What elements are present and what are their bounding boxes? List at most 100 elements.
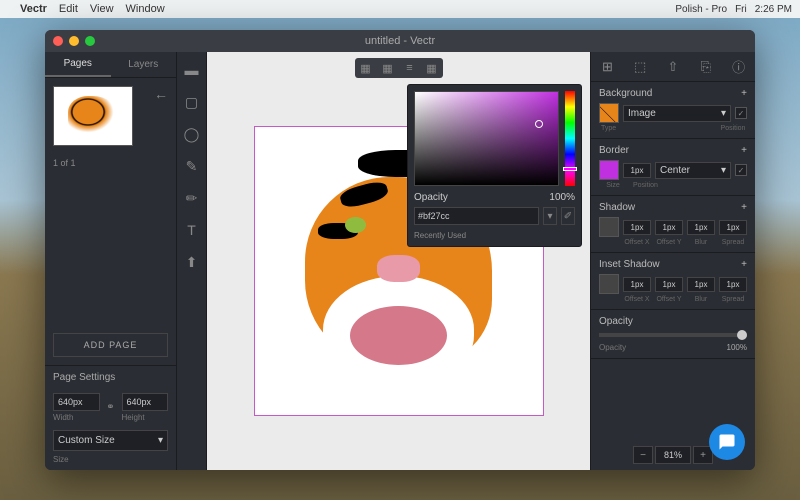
opacity-section: Opacity Opacity 100%: [591, 310, 755, 359]
width-input[interactable]: [53, 393, 100, 411]
text-tool-icon[interactable]: T: [182, 220, 202, 240]
align-left-icon[interactable]: ▦: [355, 58, 377, 78]
canvas-area[interactable]: ▦ ▦ ≡ ▦: [207, 52, 590, 470]
background-type-dropdown[interactable]: Image▾: [623, 105, 731, 122]
add-border-icon[interactable]: +: [741, 145, 747, 156]
zoom-value[interactable]: 81%: [655, 446, 691, 464]
border-position-dropdown[interactable]: Center▾: [655, 162, 731, 179]
minimize-button[interactable]: [69, 36, 79, 46]
opacity-sublabel: Opacity: [599, 343, 626, 352]
border-size-input[interactable]: [623, 163, 651, 178]
opacity-value: 100%: [549, 192, 575, 203]
opacity-title: Opacity: [599, 316, 633, 327]
page-count: 1 of 1: [45, 154, 176, 172]
shadow-color-swatch[interactable]: [599, 217, 619, 237]
add-shadow-icon[interactable]: +: [741, 202, 747, 213]
shadow-section: Shadow+ Offset XOffset YBlurSpread: [591, 196, 755, 253]
zoom-out-button[interactable]: −: [633, 446, 653, 464]
color-gradient-field[interactable]: [414, 91, 559, 186]
menubar-right: Polish - Pro Fri 2:26 PM: [675, 4, 792, 15]
close-button[interactable]: [53, 36, 63, 46]
size-value: Custom Size: [58, 435, 115, 446]
arrange-icon[interactable]: ⬚: [624, 52, 657, 81]
inset-blur-input[interactable]: [687, 277, 715, 292]
hex-dropdown-icon[interactable]: ▾: [543, 207, 557, 225]
align-right-icon[interactable]: ▦: [421, 58, 443, 78]
height-input[interactable]: [122, 393, 169, 411]
background-swatch[interactable]: [599, 103, 619, 123]
upload-tool-icon[interactable]: ⬆: [182, 252, 202, 272]
info-icon[interactable]: ⓘ: [722, 52, 755, 81]
align-distribute-icon[interactable]: ≡: [399, 58, 421, 78]
left-tabs: Pages Layers: [45, 52, 176, 78]
alignment-toolbar: ▦ ▦ ≡ ▦: [355, 58, 443, 78]
shadow-offsetx-input[interactable]: [623, 220, 651, 235]
size-label: Size: [45, 455, 176, 470]
background-title: Background: [599, 88, 652, 99]
menu-edit[interactable]: Edit: [59, 3, 78, 15]
add-page-button[interactable]: ADD PAGE: [53, 333, 168, 357]
opacity-label: Opacity: [414, 192, 448, 203]
rectangle-tool-icon[interactable]: ▬: [182, 60, 202, 80]
menu-window[interactable]: Window: [126, 3, 165, 15]
app-window: untitled - Vectr Pages Layers ← 1 of 1 A…: [45, 30, 755, 470]
keyboard-indicator[interactable]: Polish - Pro: [675, 4, 727, 15]
right-panel: ⊞ ⬚ ⇧ ⎘ ⓘ Background+ Image▾ ✓ TypePosit…: [590, 52, 755, 470]
inset-offsety-input[interactable]: [655, 277, 683, 292]
inset-shadow-color-swatch[interactable]: [599, 274, 619, 294]
inset-offsetx-input[interactable]: [623, 277, 651, 292]
border-visible-checkbox[interactable]: ✓: [735, 164, 747, 176]
height-label: Height: [122, 413, 169, 422]
chat-support-button[interactable]: [709, 424, 745, 460]
shadow-title: Shadow: [599, 202, 635, 213]
link-icon[interactable]: ⎘: [689, 52, 722, 81]
chevron-down-icon: ▾: [721, 165, 726, 176]
page-thumbnail[interactable]: [53, 86, 133, 146]
border-color-swatch[interactable]: [599, 160, 619, 180]
export-icon[interactable]: ⇧: [657, 52, 690, 81]
pencil-tool-icon[interactable]: ✏: [182, 188, 202, 208]
background-visible-checkbox[interactable]: ✓: [735, 107, 747, 119]
macos-menubar: Vectr Edit View Window Polish - Pro Fri …: [0, 0, 800, 18]
color-picker: Opacity 100% ▾ ✐ Recently Used: [407, 84, 582, 247]
opacity-slider[interactable]: [599, 333, 747, 337]
maximize-button[interactable]: [85, 36, 95, 46]
page-settings-title: Page Settings: [45, 365, 176, 389]
tab-pages[interactable]: Pages: [45, 52, 111, 77]
back-arrow-icon[interactable]: ←: [154, 86, 168, 102]
inset-shadow-title: Inset Shadow: [599, 259, 660, 270]
shadow-spread-input[interactable]: [719, 220, 747, 235]
app-name[interactable]: Vectr: [20, 3, 47, 15]
left-panel: Pages Layers ← 1 of 1 ADD PAGE Page Sett…: [45, 52, 177, 470]
chevron-down-icon: ▾: [721, 108, 726, 119]
clock-day: Fri: [735, 4, 747, 15]
rounded-rect-tool-icon[interactable]: ▢: [182, 92, 202, 112]
size-dropdown[interactable]: Custom Size ▾: [53, 430, 168, 451]
titlebar: untitled - Vectr: [45, 30, 755, 52]
grid-icon[interactable]: ⊞: [591, 52, 624, 81]
shadow-offsety-input[interactable]: [655, 220, 683, 235]
align-center-icon[interactable]: ▦: [377, 58, 399, 78]
shadow-blur-input[interactable]: [687, 220, 715, 235]
hex-input[interactable]: [414, 207, 539, 225]
chevron-down-icon: ▾: [158, 435, 163, 446]
menu-view[interactable]: View: [90, 3, 114, 15]
eyedropper-icon[interactable]: ✐: [561, 207, 575, 225]
add-inset-shadow-icon[interactable]: +: [741, 259, 747, 270]
pen-tool-icon[interactable]: ✎: [182, 156, 202, 176]
tab-layers[interactable]: Layers: [111, 52, 177, 77]
ellipse-tool-icon[interactable]: ◯: [182, 124, 202, 144]
right-top-toolbar: ⊞ ⬚ ⇧ ⎘ ⓘ: [591, 52, 755, 82]
hue-slider[interactable]: [565, 91, 575, 186]
inset-spread-input[interactable]: [719, 277, 747, 292]
border-title: Border: [599, 145, 629, 156]
recently-used-label: Recently Used: [414, 231, 575, 240]
add-background-icon[interactable]: +: [741, 88, 747, 99]
tool-strip: ▬ ▢ ◯ ✎ ✏ T ⬆: [177, 52, 207, 470]
inset-shadow-section: Inset Shadow+ Offset XOffset YBlurSpread: [591, 253, 755, 310]
link-dimensions-icon[interactable]: ⚭: [104, 393, 118, 422]
clock-time: 2:26 PM: [755, 4, 792, 15]
background-section: Background+ Image▾ ✓ TypePosition: [591, 82, 755, 139]
border-section: Border+ Center▾ ✓ SizePosition: [591, 139, 755, 196]
traffic-lights: [53, 36, 95, 46]
